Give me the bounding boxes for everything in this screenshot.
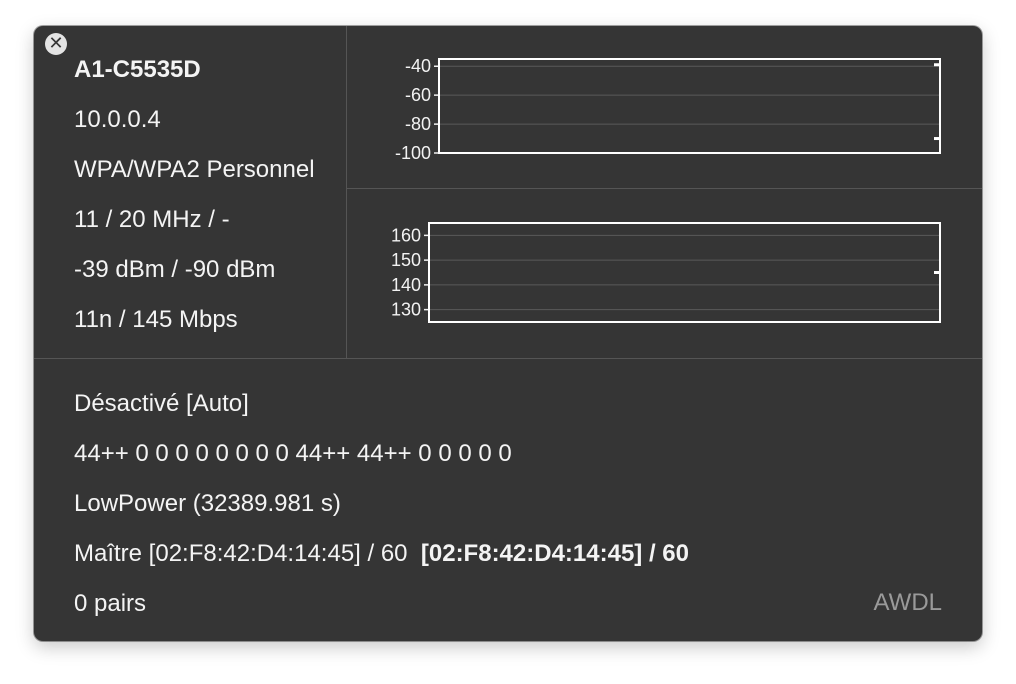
awdl-master-prefix: Maître [02:F8:42:D4:14:45] / 60 [74,540,408,567]
rate-tick-label: 130 [391,300,421,320]
rate-tick-label: 160 [391,225,421,245]
rate-chart: 160 150 140 130 [391,222,941,323]
awdl-status: Désactivé [Auto] [74,390,249,417]
signal-tick-label: -40 [405,56,431,76]
signal-tick-label: -80 [405,114,431,134]
wifi-info-panel: ✕ A1-C5535D 10.0.0.4 WPA/WPA2 Personnel … [34,26,982,641]
awdl-master-line: Maître [02:F8:42:D4:14:45] / 60 [02:F8:4… [74,540,689,568]
awdl-channel-sequence: 44++ 0 0 0 0 0 0 0 0 44++ 44++ 0 0 0 0 0 [74,440,512,467]
signal-chart: -40 -60 -80 -100 [395,56,941,163]
rate-tick-label: 150 [391,250,421,270]
rate-tick-label: 140 [391,275,421,295]
awdl-label: AWDL [873,589,942,616]
awdl-peers: 0 pairs [74,590,147,617]
awdl-power-state: LowPower (32389.981 s) [74,490,341,517]
awdl-master-bold: [02:F8:42:D4:14:45] / 60 [420,540,689,567]
rate-frame [428,222,941,323]
charts-area: -40 -60 -80 -100 160 150 140 130 [391,56,941,323]
section-divider [34,358,982,359]
signal-tick-label: -100 [395,143,431,163]
signal-tick-label: -60 [405,85,431,105]
signal-frame [438,58,941,154]
